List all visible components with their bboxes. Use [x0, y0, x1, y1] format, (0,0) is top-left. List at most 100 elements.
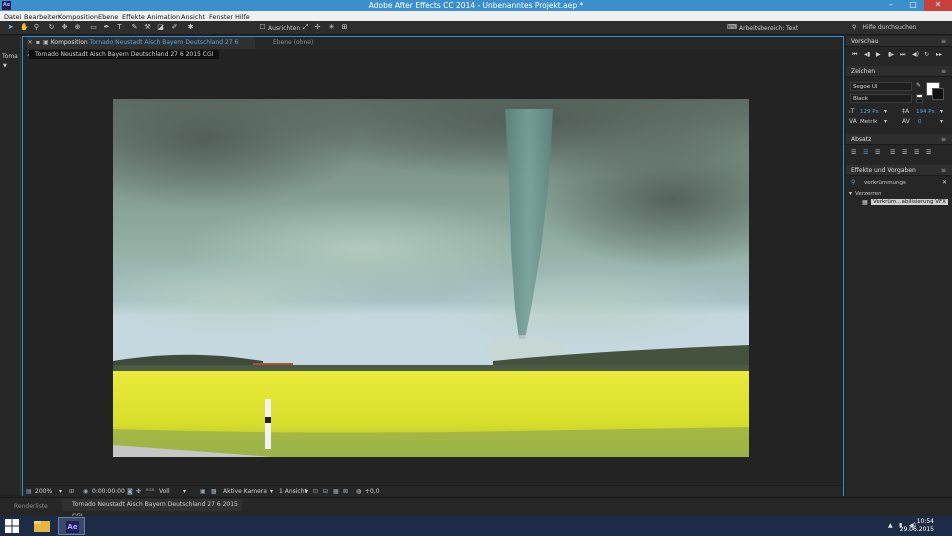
align-right-icon[interactable]: ☰ — [875, 149, 880, 156]
tracking-value[interactable]: 0 — [918, 119, 922, 125]
effect-item[interactable]: Verkrüm...abilisierung VFX — [871, 199, 948, 205]
workspace-value[interactable]: Text — [786, 25, 798, 32]
first-frame-icon[interactable]: ⏮ — [852, 51, 857, 59]
stroke-color-swatch[interactable] — [932, 88, 944, 100]
tab-timeline[interactable]: Tornado Neustadt Aisch Bayern Deutschlan… — [62, 499, 242, 520]
system-clock[interactable]: 10:54 29.06.2015 — [900, 518, 934, 534]
loop-icon[interactable]: ↻ — [924, 51, 929, 58]
safe-zones-icon[interactable]: ⊞ — [69, 488, 74, 495]
kerning-dropdown-icon[interactable]: ▾ — [884, 118, 887, 125]
font-size-value[interactable]: 129 Px — [860, 109, 879, 115]
play-icon[interactable]: ▶ — [876, 51, 881, 58]
pan-behind-icon[interactable]: ⊕ — [73, 23, 82, 32]
tracking-dropdown-icon[interactable]: ▾ — [940, 118, 943, 125]
axis-icon[interactable]: ✢ — [313, 23, 322, 32]
panel-menu-icon[interactable]: ≡ — [941, 68, 946, 75]
exposure-icon[interactable]: ◍ — [356, 488, 361, 495]
roto-brush-icon[interactable]: ✐ — [170, 23, 179, 32]
clear-search-icon[interactable]: ✕ — [942, 179, 947, 186]
magnifier-icon[interactable]: ▤ — [26, 488, 32, 495]
close-icon[interactable]: ✕ — [27, 37, 33, 49]
menu-bearbeiten[interactable]: Bearbeiten — [24, 13, 60, 21]
brush-icon[interactable]: ✎ — [130, 23, 139, 32]
tray-arrow-icon[interactable]: ▲ — [888, 522, 893, 529]
snapshot-icon[interactable]: ◙ — [127, 488, 133, 495]
channel-icon[interactable]: ✤ — [136, 488, 141, 495]
align-left-icon[interactable]: ☰ — [851, 149, 856, 156]
selection-arrow-icon[interactable]: ➤ — [6, 23, 15, 32]
hand-icon[interactable]: ✋ — [20, 23, 29, 32]
set-black-swatch[interactable] — [916, 99, 923, 103]
effects-category[interactable]: Verzerren — [855, 191, 881, 197]
active-camera-dropdown[interactable]: Aktive Kamera — [223, 488, 267, 495]
snap-icon[interactable]: ⤢ — [301, 23, 310, 32]
clone-stamp-icon[interactable]: ⚒ — [143, 23, 152, 32]
resolution-value[interactable]: Voll — [159, 488, 170, 495]
triangle-down-icon[interactable]: ▾ — [849, 190, 852, 197]
zoom-fit-icon[interactable]: ⊞ — [340, 23, 349, 32]
font-size-dropdown-icon[interactable]: ▾ — [884, 108, 887, 115]
zoom-dropdown-icon[interactable]: ▾ — [59, 488, 62, 495]
after-effects-icon[interactable]: Ae — [58, 517, 85, 535]
close-button[interactable]: ✕ — [924, 0, 952, 11]
ram-preview-icon[interactable]: ▸▸ — [936, 51, 942, 58]
leading-dropdown-icon[interactable]: ▾ — [940, 108, 943, 115]
puppet-pin-icon[interactable]: ✱ — [186, 23, 195, 32]
zoom-level[interactable]: 200% — [35, 488, 52, 495]
menu-fenster[interactable]: Fenster — [209, 13, 233, 21]
project-item-label[interactable]: Toma — [2, 53, 18, 60]
pen-icon[interactable]: ✒ — [102, 23, 111, 32]
audio-icon[interactable]: ◀) — [912, 51, 919, 58]
type-icon[interactable]: T — [115, 23, 124, 32]
panel-menu-icon[interactable]: ≡ — [941, 38, 946, 45]
menu-ebene[interactable]: Ebene — [98, 13, 118, 21]
rotate-icon[interactable]: ↻ — [47, 23, 56, 32]
menu-hilfe[interactable]: Hilfe — [235, 13, 250, 21]
toggle-pixel-aspect-icon[interactable]: ⊡ — [313, 488, 318, 495]
align-center-icon[interactable]: ☰ — [863, 149, 868, 156]
timecode[interactable]: 0:00:00:00 — [92, 488, 125, 495]
tab-layer[interactable]: Ebene (ohne) — [273, 37, 313, 49]
region-of-interest-icon[interactable]: ▣ — [200, 488, 206, 495]
effects-search-input[interactable]: verkrümmungs — [864, 180, 906, 186]
menu-datei[interactable]: Datei — [4, 13, 21, 21]
tab-composition[interactable]: ✕ ▪ ▣ Komposition Tornado Neustadt Aisch… — [27, 37, 255, 58]
transparency-grid-icon[interactable]: ▩ — [211, 488, 217, 495]
minimize-button[interactable]: – — [880, 0, 902, 11]
zoom-icon[interactable]: ⚲ — [32, 23, 41, 32]
help-search-field[interactable]: ⚲ Hilfe durchsuchen — [852, 23, 948, 33]
leading-value[interactable]: 194 Px — [916, 109, 935, 115]
camera-icon[interactable]: ◉ — [83, 488, 88, 495]
views-dropdown-icon[interactable]: ▾ — [305, 488, 308, 495]
menu-effekte[interactable]: Effekte — [122, 13, 145, 21]
menu-animation[interactable]: Animation — [147, 13, 180, 21]
windows-start-icon[interactable] — [5, 519, 19, 533]
resolution-dropdown-icon[interactable]: ▾ — [183, 488, 186, 495]
fast-previews-icon[interactable]: ⊟ — [323, 488, 328, 495]
previous-frame-icon[interactable]: ◂▮ — [864, 51, 870, 58]
rectangle-mask-icon[interactable]: ▭ — [89, 23, 98, 32]
justify-left-icon[interactable]: ☰ — [890, 149, 895, 156]
camera-orbit-icon[interactable]: ✥ — [60, 23, 69, 32]
color-channels-icon[interactable]: ᴿᴳᴮ — [146, 488, 154, 495]
kerning-value[interactable]: Metrik — [860, 119, 877, 125]
set-white-swatch[interactable] — [916, 94, 923, 98]
panel-menu-icon[interactable]: ≡ — [941, 167, 946, 174]
font-style-dropdown[interactable]: Black — [850, 94, 912, 103]
menu-komposition[interactable]: Komposition — [58, 13, 98, 21]
eraser-icon[interactable]: ◪ — [156, 23, 165, 32]
star-snap-icon[interactable]: ✳ — [327, 23, 336, 32]
workspace-icon[interactable]: ⌨ — [727, 23, 737, 32]
justify-all-icon[interactable]: ☰ — [926, 149, 931, 156]
flowchart-icon[interactable]: ⊠ — [343, 488, 348, 495]
tab-render-queue[interactable]: Renderliste — [14, 503, 48, 510]
justify-center-icon[interactable]: ☰ — [902, 149, 907, 156]
font-family-dropdown[interactable]: Segoe UI — [850, 82, 912, 91]
timeline-icon[interactable]: ▦ — [333, 488, 339, 495]
maximize-button[interactable]: □ — [902, 0, 924, 11]
justify-right-icon[interactable]: ☰ — [914, 149, 919, 156]
composition-subtab[interactable]: Tornado Neustadt Aisch Bayern Deutschlan… — [29, 50, 220, 59]
align-checkbox-icon[interactable]: ☐ — [258, 23, 267, 32]
next-frame-icon[interactable]: ▮▸ — [888, 51, 894, 58]
composition-viewer[interactable] — [113, 99, 749, 457]
